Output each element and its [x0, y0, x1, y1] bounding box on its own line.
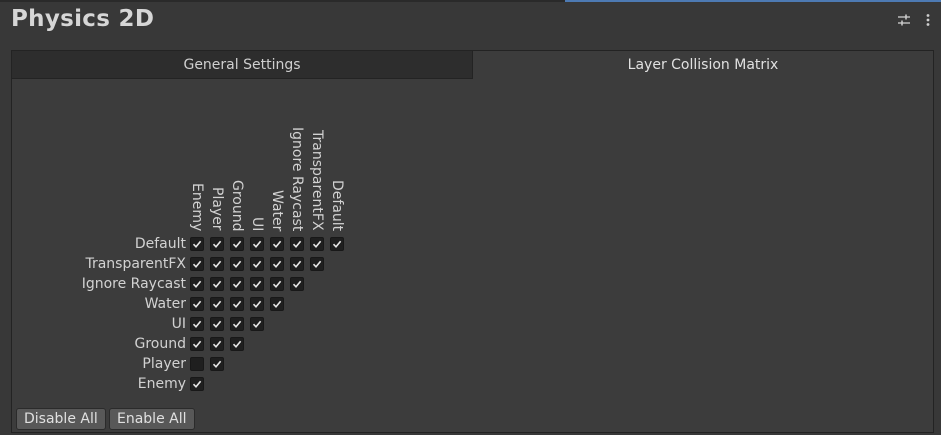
settings-sliders-icon[interactable]: [896, 12, 912, 28]
collision-checkbox[interactable]: [310, 257, 324, 271]
disable-all-button[interactable]: Disable All: [16, 408, 106, 430]
collision-checkbox[interactable]: [230, 257, 244, 271]
checkmark-icon: [192, 340, 202, 349]
checkmark-icon: [292, 240, 302, 249]
checkmark-icon: [252, 300, 262, 309]
checkmark-icon: [312, 240, 322, 249]
checkmark-icon: [232, 340, 242, 349]
collision-checkbox[interactable]: [230, 297, 244, 311]
collision-checkbox[interactable]: [310, 237, 324, 251]
checkmark-icon: [332, 240, 342, 249]
column-label: Ignore Raycast: [289, 126, 305, 231]
column-label: Default: [329, 179, 345, 231]
row-label: Default: [134, 236, 186, 252]
column-label: Player: [209, 187, 225, 231]
collision-checkbox[interactable]: [230, 337, 244, 351]
checkmark-icon: [232, 240, 242, 249]
collision-checkbox[interactable]: [190, 257, 204, 271]
page-title: Physics 2D: [11, 6, 155, 32]
checkmark-icon: [272, 280, 282, 289]
checkmark-icon: [212, 280, 222, 289]
collision-checkbox[interactable]: [190, 337, 204, 351]
checkmark-icon: [292, 260, 302, 269]
settings-panel: General Settings Layer Collision Matrix …: [11, 50, 934, 433]
collision-checkbox[interactable]: [190, 297, 204, 311]
column-label: Water: [269, 189, 285, 231]
collision-checkbox[interactable]: [210, 237, 224, 251]
checkmark-icon: [212, 320, 222, 329]
checkmark-icon: [252, 240, 262, 249]
checkmark-icon: [272, 240, 282, 249]
more-vertical-icon[interactable]: [920, 12, 936, 28]
collision-checkbox[interactable]: [190, 237, 204, 251]
row-label: Enemy: [137, 376, 186, 392]
checkmark-icon: [212, 300, 222, 309]
collision-checkbox[interactable]: [190, 377, 204, 391]
top-accent-bar: [565, 0, 941, 2]
column-label: Ground: [229, 179, 245, 232]
checkmark-icon: [272, 260, 282, 269]
checkmark-icon: [292, 280, 302, 289]
checkmark-icon: [212, 340, 222, 349]
checkmark-icon: [232, 260, 242, 269]
collision-checkbox[interactable]: [250, 317, 264, 331]
row-label: UI: [171, 316, 186, 332]
row-label: Water: [144, 296, 186, 312]
collision-checkbox[interactable]: [250, 277, 264, 291]
column-label: TransparentFX: [309, 130, 325, 231]
checkmark-icon: [192, 240, 202, 249]
collision-checkbox[interactable]: [250, 257, 264, 271]
collision-checkbox[interactable]: [290, 277, 304, 291]
collision-checkbox[interactable]: [250, 237, 264, 251]
column-label: UI: [249, 216, 265, 231]
collision-checkbox[interactable]: [210, 317, 224, 331]
collision-checkbox[interactable]: [210, 257, 224, 271]
checkmark-icon: [212, 360, 222, 369]
row-label: Ground: [134, 336, 187, 352]
layer-collision-matrix: Enemy Player Ground UI Water Ignore Raycast Tr…: [12, 51, 933, 432]
checkmark-icon: [232, 300, 242, 309]
checkmark-icon: [192, 280, 202, 289]
physics-2d-inspector: Physics 2D General Settings Layer Collis…: [0, 0, 941, 435]
checkmark-icon: [252, 280, 262, 289]
checkmark-icon: [192, 260, 202, 269]
collision-checkbox[interactable]: [210, 337, 224, 351]
checkmark-icon: [192, 320, 202, 329]
collision-checkbox[interactable]: [190, 357, 204, 371]
checkmark-icon: [192, 300, 202, 309]
checkmark-icon: [232, 320, 242, 329]
collision-checkbox[interactable]: [270, 237, 284, 251]
collision-checkbox[interactable]: [190, 277, 204, 291]
collision-checkbox[interactable]: [270, 297, 284, 311]
checkmark-icon: [192, 380, 202, 389]
checkmark-icon: [252, 260, 262, 269]
checkmark-icon: [252, 320, 262, 329]
collision-checkbox[interactable]: [250, 297, 264, 311]
enable-all-button[interactable]: Enable All: [109, 408, 195, 430]
collision-checkbox[interactable]: [290, 257, 304, 271]
checkmark-icon: [272, 300, 282, 309]
checkmark-icon: [212, 260, 222, 269]
checkmark-icon: [232, 280, 242, 289]
collision-checkbox[interactable]: [210, 357, 224, 371]
collision-checkbox[interactable]: [330, 237, 344, 251]
collision-checkbox[interactable]: [210, 297, 224, 311]
collision-checkbox[interactable]: [230, 277, 244, 291]
collision-checkbox[interactable]: [290, 237, 304, 251]
collision-checkbox[interactable]: [270, 277, 284, 291]
column-label: Enemy: [189, 182, 205, 231]
collision-checkbox[interactable]: [230, 317, 244, 331]
collision-checkbox[interactable]: [270, 257, 284, 271]
checkmark-icon: [212, 240, 222, 249]
checkmark-icon: [312, 260, 322, 269]
row-label: TransparentFX: [85, 256, 186, 272]
collision-checkbox[interactable]: [190, 317, 204, 331]
row-label: Player: [142, 356, 186, 372]
row-label: Ignore Raycast: [81, 276, 186, 292]
collision-checkbox[interactable]: [210, 277, 224, 291]
collision-checkbox[interactable]: [230, 237, 244, 251]
